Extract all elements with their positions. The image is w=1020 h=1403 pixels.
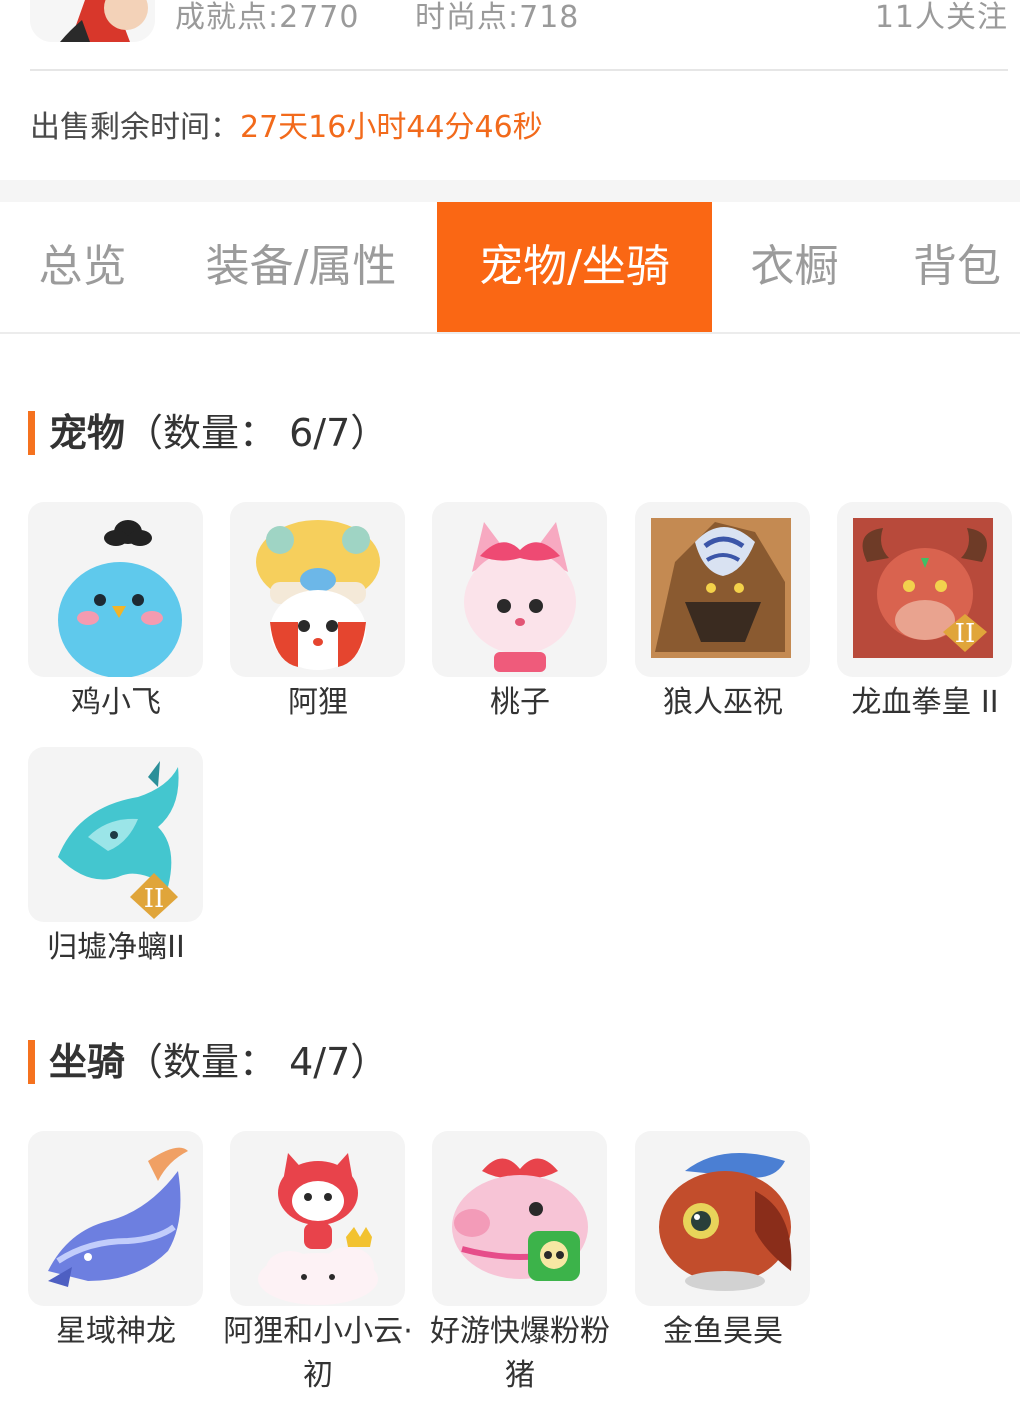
star-dragon-mount-icon: [28, 1131, 203, 1306]
pet-name: 阿狸: [288, 685, 348, 720]
tab-backpack[interactable]: 背包: [877, 202, 1020, 332]
goldfish-mount-icon: [635, 1131, 810, 1306]
svg-text:II: II: [144, 884, 165, 914]
section-accent-bar: [28, 1039, 35, 1084]
pets-title: 宠物: [49, 411, 126, 455]
blue-chick-pet-icon: [28, 502, 203, 677]
section-separator: [0, 180, 1020, 202]
pet-card[interactable]: 阿狸: [230, 502, 405, 725]
peach-fox-pet-icon: [432, 502, 607, 677]
pet-card[interactable]: II 归墟净螭II: [28, 747, 203, 970]
mounts-count: （数量： 4/7）: [125, 1040, 389, 1084]
section-accent-bar: [28, 410, 35, 455]
pink-pig-mount-icon: [432, 1131, 607, 1306]
seller-header: 成就点:2770 时尚点:718 11人关注: [0, 0, 1020, 72]
ali-cloud-mount-icon: [230, 1131, 405, 1306]
mount-name: 好游快爆粉粉猪: [430, 1314, 610, 1393]
avatar[interactable]: [30, 0, 155, 42]
tab-equipment[interactable]: 装备/属性: [165, 202, 437, 332]
tab-overview[interactable]: 总览: [0, 202, 165, 332]
cyan-dragon-pet-icon: II: [28, 747, 203, 922]
mount-card[interactable]: 阿狸和小小云·初: [223, 1131, 413, 1398]
pet-name: 龙血拳皇 II: [851, 685, 999, 720]
mounts-section-title: 坐骑（数量： 4/7）: [28, 1037, 388, 1087]
pet-card[interactable]: 鸡小飞: [28, 502, 203, 725]
pet-name: 鸡小飞: [71, 685, 161, 720]
pets-count: （数量： 6/7）: [125, 411, 389, 455]
sale-time-value: 27天16小时44分46秒: [240, 110, 543, 145]
pets-section-title: 宠物（数量： 6/7）: [28, 408, 388, 458]
svg-text:II: II: [955, 619, 976, 649]
tab-pets-mounts[interactable]: 宠物/坐骑: [437, 202, 712, 332]
dragon-blood-boxer-pet-icon: II: [837, 502, 1012, 677]
tab-wardrobe[interactable]: 衣橱: [712, 202, 877, 332]
pet-card[interactable]: 桃子: [432, 502, 607, 725]
mount-name: 星域神龙: [56, 1314, 176, 1349]
mount-card[interactable]: 好游快爆粉粉猪: [430, 1131, 610, 1398]
mounts-title: 坐骑: [49, 1040, 126, 1084]
pet-card[interactable]: II 龙血拳皇 II: [837, 502, 1012, 725]
achievement-points: 成就点:2770: [175, 0, 360, 35]
mount-name: 金鱼昊昊: [663, 1314, 783, 1349]
follower-count: 11人关注: [874, 0, 1008, 35]
pet-name: 归墟净螭II: [47, 930, 185, 965]
sale-time-label: 出售剩余时间：: [30, 110, 240, 145]
ali-lion-hat-pet-icon: [230, 502, 405, 677]
mount-name: 阿狸和小小云·初: [223, 1314, 413, 1393]
pet-name: 狼人巫祝: [663, 685, 783, 720]
tab-bar: 总览 装备/属性 宠物/坐骑 衣橱 背包: [0, 202, 1020, 334]
divider: [30, 69, 1008, 71]
pet-name: 桃子: [490, 685, 550, 720]
mount-card[interactable]: 星域神龙: [28, 1131, 203, 1354]
pet-card[interactable]: 狼人巫祝: [635, 502, 810, 725]
mount-card[interactable]: 金鱼昊昊: [635, 1131, 810, 1354]
fashion-points: 时尚点:718: [415, 0, 580, 35]
werewolf-shaman-pet-icon: [635, 502, 810, 677]
sale-remaining-time: 出售剩余时间：27天16小时44分46秒: [30, 106, 543, 150]
